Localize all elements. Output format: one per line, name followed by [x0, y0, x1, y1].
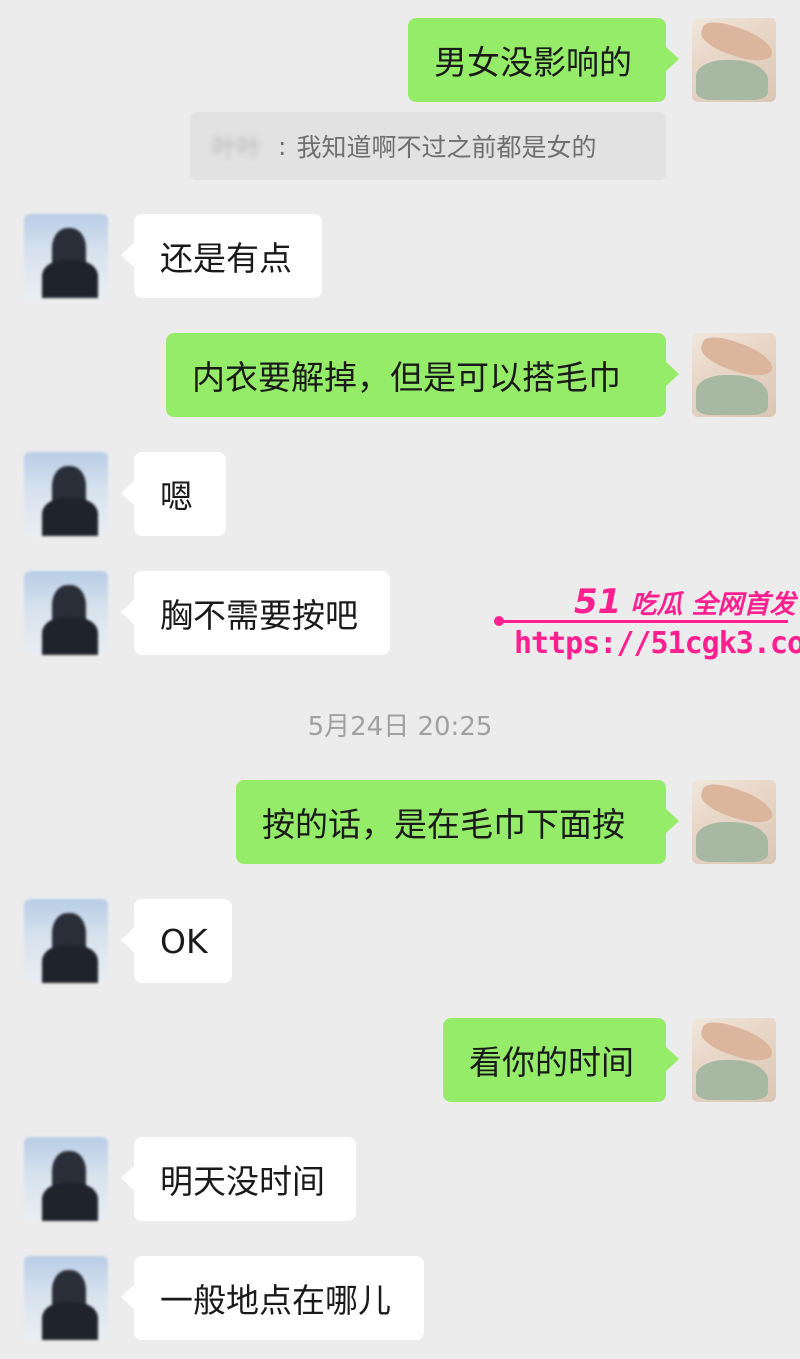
message-text: OK	[160, 921, 208, 961]
my-avatar[interactable]	[692, 780, 776, 864]
message-text: 按的话，是在毛巾下面按	[262, 805, 625, 844]
outgoing-message-bubble[interactable]: 男女没影响的	[408, 18, 679, 102]
incoming-message-bubble[interactable]: 明天没时间	[121, 1137, 356, 1221]
message-text: 胸不需要按吧	[160, 596, 358, 635]
message-text: 明天没时间	[160, 1162, 325, 1201]
incoming-message-bubble[interactable]: 一般地点在哪儿	[121, 1256, 424, 1340]
message-text: 看你的时间	[469, 1043, 634, 1082]
contact-avatar[interactable]	[24, 452, 108, 536]
outgoing-message-bubble[interactable]: 内衣要解掉，但是可以搭毛巾	[166, 333, 679, 417]
message-text: 男女没影响的	[434, 43, 632, 82]
message-text: 还是有点	[160, 239, 292, 278]
incoming-message-bubble[interactable]: 嗯	[121, 452, 226, 536]
my-avatar[interactable]	[692, 333, 776, 417]
my-avatar[interactable]	[692, 1018, 776, 1102]
contact-avatar[interactable]	[24, 571, 108, 655]
watermark-divider	[498, 620, 788, 623]
incoming-message-bubble[interactable]: OK	[121, 899, 232, 983]
contact-avatar[interactable]	[24, 214, 108, 298]
watermark-url: https://51cgk3.com	[514, 626, 800, 661]
contact-avatar[interactable]	[24, 1137, 108, 1221]
watermark-brand: 51 吃瓜 全网首发	[574, 582, 795, 622]
watermark-brand-text: 吃瓜 全网首发	[630, 590, 796, 620]
contact-avatar[interactable]	[24, 1256, 108, 1340]
contact-avatar[interactable]	[24, 899, 108, 983]
quoted-sender-name: 叶叶	[212, 133, 263, 162]
incoming-message-bubble[interactable]: 胸不需要按吧	[121, 571, 390, 655]
quoted-text: 我知道啊不过之前都是女的	[296, 133, 597, 162]
watermark: 51 吃瓜 全网首发 https://51cgk3.com	[494, 582, 800, 672]
chat-timestamp: 5月24日 20:25	[307, 712, 493, 742]
message-text: 内衣要解掉，但是可以搭毛巾	[192, 358, 621, 397]
message-text: 嗯	[160, 477, 193, 516]
watermark-brand-number: 51	[574, 582, 622, 622]
watermark-dot-icon	[494, 616, 504, 626]
outgoing-message-bubble[interactable]: 看你的时间	[443, 1018, 679, 1102]
incoming-message-bubble[interactable]: 还是有点	[121, 214, 322, 298]
quoted-message[interactable]: 叶叶 : 我知道啊不过之前都是女的	[190, 112, 666, 180]
quote-separator: :	[278, 131, 287, 161]
message-text: 一般地点在哪儿	[160, 1281, 391, 1320]
my-avatar[interactable]	[692, 18, 776, 102]
outgoing-message-bubble[interactable]: 按的话，是在毛巾下面按	[236, 780, 679, 864]
